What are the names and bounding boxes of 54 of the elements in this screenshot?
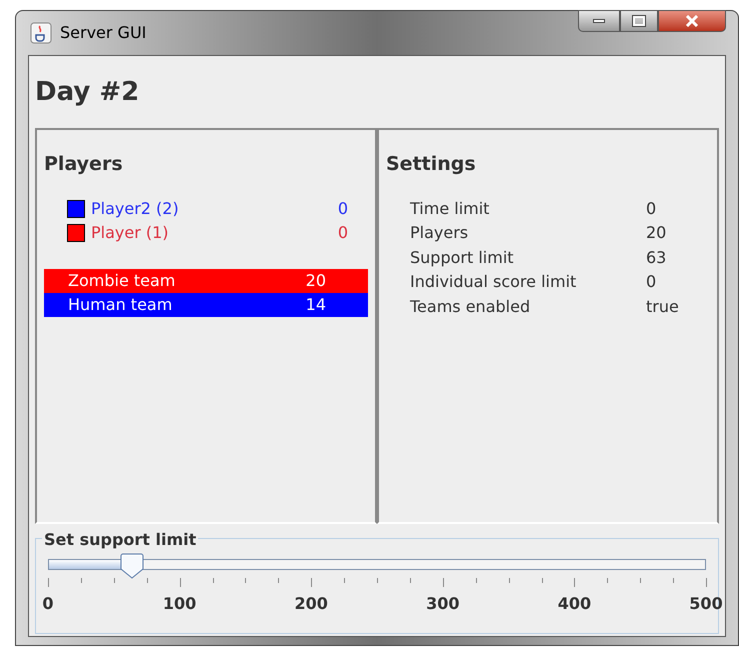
tick-mark: [180, 578, 181, 587]
tick-mark: [377, 578, 378, 583]
tick-mark: [410, 578, 411, 583]
setting-label: Teams enabled: [410, 296, 532, 318]
tick-mark: [640, 578, 642, 583]
maximize-icon: [633, 16, 645, 26]
minimize-button[interactable]: [578, 10, 620, 32]
close-button[interactable]: [658, 10, 726, 32]
setting-label: Players: [410, 222, 470, 244]
tick-mark: [114, 578, 115, 583]
day-heading: Day #2: [35, 76, 140, 108]
tick-mark: [212, 578, 214, 583]
panel-title: Players: [44, 152, 124, 177]
player-name: Player2 (2): [91, 198, 179, 220]
scale-label: 400: [558, 593, 592, 615]
scale-label: 0: [42, 593, 54, 615]
close-icon: [685, 15, 699, 27]
tick-mark: [706, 578, 707, 587]
tick-mark: [607, 578, 608, 583]
setting-label: Individual score limit: [410, 271, 578, 294]
scale-label: 300: [426, 593, 460, 615]
tick-mark: [48, 578, 49, 587]
maximize-button[interactable]: [620, 10, 658, 32]
slider-thumb[interactable]: [120, 553, 144, 579]
team-row: Human team 14: [44, 292, 368, 316]
tick-mark: [146, 578, 148, 583]
coffee-cup-icon: [30, 22, 52, 44]
tick-mark: [673, 578, 674, 583]
scale-label: 500: [689, 593, 723, 615]
tick-mark: [311, 578, 312, 587]
setting-label: Support limit: [410, 246, 515, 269]
team-row: Zombie team 20: [44, 268, 368, 292]
tick-mark: [278, 578, 280, 583]
tick-mark: [476, 578, 477, 583]
player-score: 0: [338, 222, 348, 244]
tick-mark: [508, 578, 510, 583]
tick-mark: [80, 578, 82, 583]
scale-label: 100: [162, 593, 196, 615]
tick-mark: [245, 578, 246, 583]
setting-label: Time limit: [410, 198, 490, 220]
scale-label: 200: [294, 593, 328, 615]
setting-value: true: [646, 296, 679, 318]
player-score: 0: [338, 198, 348, 220]
minimize-icon: [593, 19, 605, 23]
panel-title: Settings: [386, 152, 477, 177]
setting-value: 20: [646, 222, 666, 244]
setting-value: 0: [646, 198, 656, 220]
tick-mark: [442, 578, 444, 587]
tick-mark: [344, 578, 346, 583]
window-title: Server GUI: [60, 22, 146, 44]
player-name: Player (1): [91, 222, 169, 244]
tick-mark: [574, 578, 576, 587]
setting-value: 63: [646, 246, 666, 269]
setting-value: 0: [646, 271, 656, 294]
